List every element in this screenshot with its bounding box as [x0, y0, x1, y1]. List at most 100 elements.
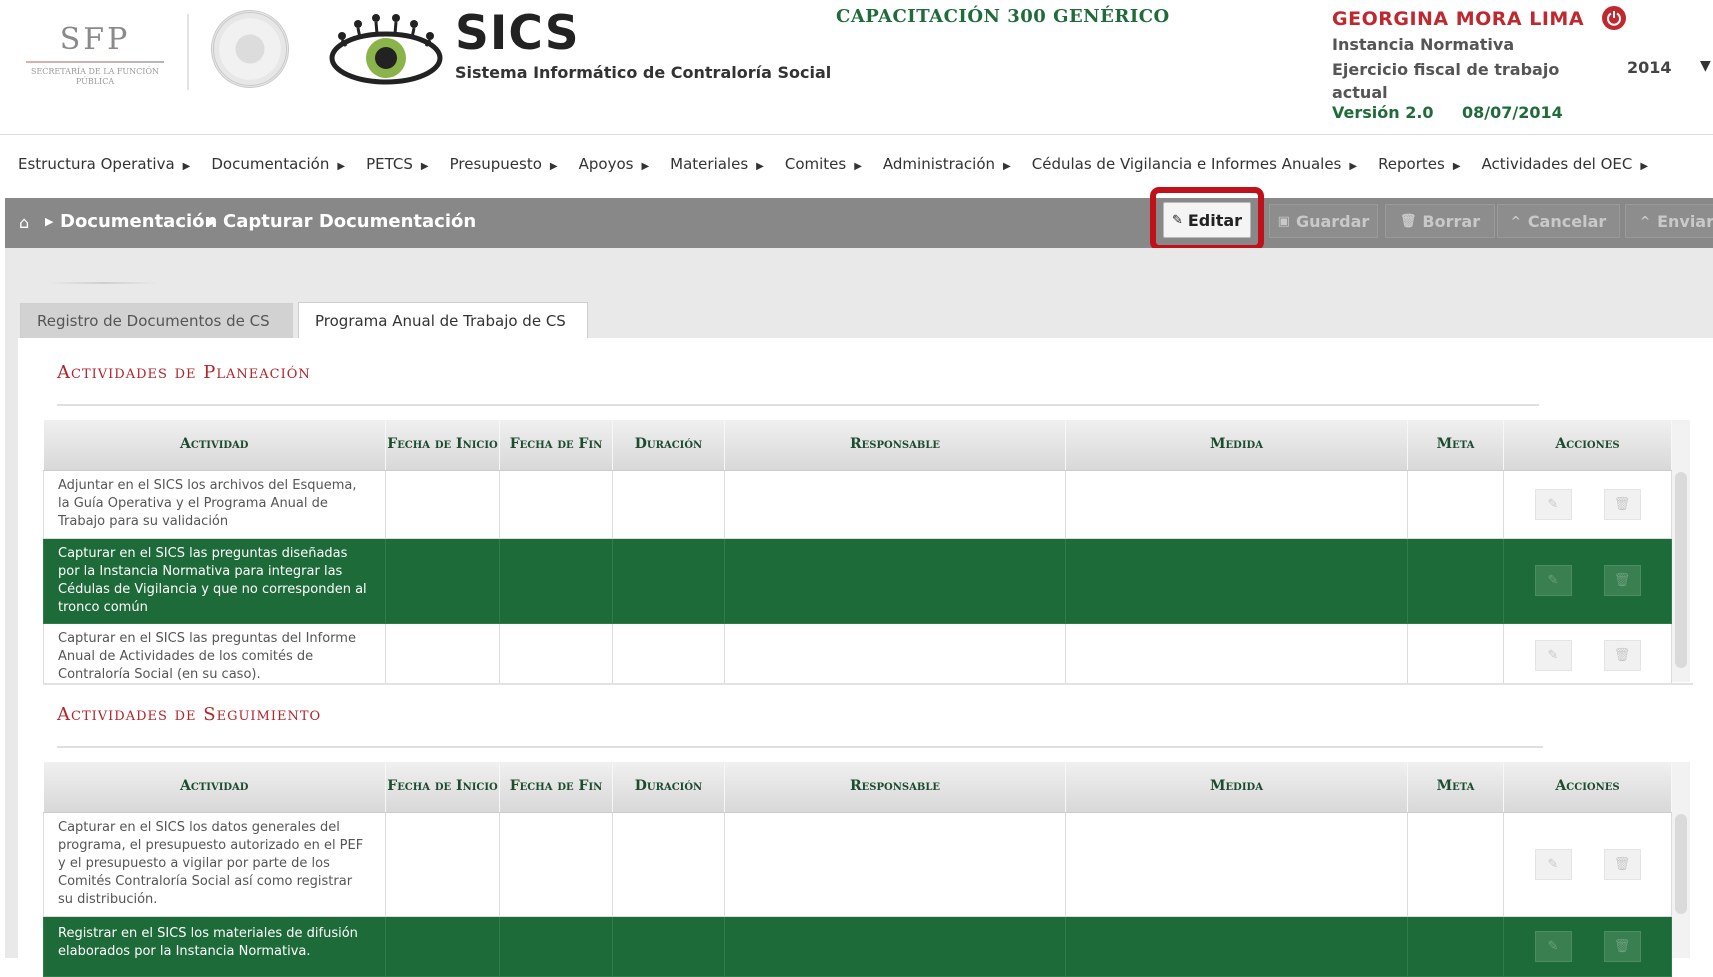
- menu-item-comites[interactable]: Comites ▶: [785, 155, 862, 173]
- planning-scrollbar[interactable]: [1672, 420, 1690, 682]
- col-medida[interactable]: Medida: [1065, 420, 1408, 471]
- breadcrumb-current: Capturar Documentación: [223, 211, 477, 232]
- menu-item-administracion[interactable]: Administración ▶: [883, 155, 1011, 173]
- menu-item-apoyos[interactable]: Apoyos ▶: [579, 155, 650, 173]
- table-row[interactable]: Adjuntar en el SICS los archivos del Esq…: [43, 470, 1672, 539]
- menu-item-presupuesto[interactable]: Presupuesto ▶: [450, 155, 558, 173]
- version-label: Versión 2.0: [1332, 103, 1434, 122]
- menu-item-cedulas[interactable]: Cédulas de Vigilancia e Informes Anuales…: [1032, 155, 1357, 173]
- activity-cell: Capturar en el SICS las preguntas del In…: [43, 623, 386, 688]
- scrollbar-thumb[interactable]: [1675, 472, 1687, 668]
- sfp-logo-text: SFP: [59, 22, 131, 57]
- cell: [499, 623, 613, 688]
- menu-item-reportes[interactable]: Reportes ▶: [1378, 155, 1460, 173]
- fiscal-year-select[interactable]: 2014: [1627, 58, 1672, 77]
- cell: [612, 470, 725, 539]
- cell: [1065, 916, 1408, 977]
- followup-scrollbar[interactable]: [1672, 762, 1690, 958]
- trash-icon: 🗑: [1399, 213, 1417, 229]
- breadcrumb-documentacion[interactable]: Documentación: [60, 211, 217, 232]
- menu-label: Administración: [882, 155, 996, 173]
- col-actividad[interactable]: Actividad: [43, 420, 386, 471]
- edit-row-icon[interactable]: ✎: [1534, 930, 1572, 962]
- menu-item-materiales[interactable]: Materiales ▶: [670, 155, 764, 173]
- cell: [1065, 812, 1408, 917]
- cell: [1407, 470, 1504, 539]
- cell: [385, 470, 500, 539]
- table-row-selected[interactable]: Registrar en el SICS los materiales de d…: [43, 916, 1672, 977]
- cell: [724, 538, 1066, 624]
- edit-button[interactable]: ✎ Editar: [1163, 202, 1251, 238]
- home-icon[interactable]: ⌂: [19, 213, 29, 232]
- menu-label: Cédulas de Vigilancia e Informes Anuales: [1031, 155, 1342, 173]
- power-icon[interactable]: [1602, 6, 1626, 30]
- col-medida[interactable]: Medida: [1065, 762, 1408, 813]
- cell: [499, 916, 613, 977]
- edit-row-icon[interactable]: ✎: [1534, 848, 1572, 880]
- delete-row-icon[interactable]: 🗑: [1603, 930, 1641, 962]
- cell: [1065, 470, 1408, 539]
- menu-label: Presupuesto: [449, 155, 542, 173]
- delete-row-icon[interactable]: 🗑: [1603, 639, 1641, 671]
- edit-row-icon[interactable]: ✎: [1534, 639, 1572, 671]
- table-row-selected[interactable]: Capturar en el SICS las preguntas diseña…: [43, 538, 1672, 624]
- caret-right-icon: ▶: [641, 161, 650, 172]
- edit-row-icon[interactable]: ✎: [1534, 565, 1572, 596]
- program-title: CAPACITACIÓN 300 GENÉRICO: [836, 6, 1170, 27]
- col-responsable[interactable]: Responsable: [724, 420, 1066, 471]
- caret-right-icon: ▶: [1003, 161, 1011, 172]
- cell: [1065, 538, 1408, 624]
- table-row[interactable]: Capturar en el SICS las preguntas del In…: [43, 623, 1672, 688]
- delete-button[interactable]: 🗑 Borrar: [1385, 204, 1495, 238]
- col-fecha-inicio[interactable]: Fecha de Inicio: [385, 762, 500, 813]
- edit-row-icon[interactable]: ✎: [1534, 488, 1572, 520]
- col-duracion[interactable]: Duración: [612, 420, 725, 471]
- chevron-down-icon[interactable]: ▼: [1700, 58, 1711, 74]
- col-duracion[interactable]: Duración: [612, 762, 725, 813]
- send-button[interactable]: ^ Enviar: [1625, 204, 1713, 238]
- cell: [612, 623, 725, 688]
- col-meta[interactable]: Meta: [1407, 420, 1504, 471]
- sfp-logo-line: [26, 61, 164, 63]
- caret-right-icon: ▶: [182, 161, 191, 172]
- save-button[interactable]: ▣ Guardar: [1269, 204, 1378, 238]
- activity-cell: Registrar en el SICS los materiales de d…: [43, 916, 386, 977]
- cancel-label: Cancelar: [1527, 211, 1607, 231]
- cell: [499, 470, 613, 539]
- col-meta[interactable]: Meta: [1407, 762, 1504, 813]
- delete-row-icon[interactable]: 🗑: [1603, 848, 1641, 880]
- cell: [612, 812, 725, 917]
- col-actividad[interactable]: Actividad: [43, 762, 386, 813]
- tab-programa-anual[interactable]: Programa Anual de Trabajo de CS: [298, 302, 588, 338]
- tab-registro-documentos[interactable]: Registro de Documentos de CS: [20, 303, 293, 338]
- menu-item-petcs[interactable]: PETCS ▶: [366, 155, 429, 173]
- menu-item-documentacion[interactable]: Documentación ▶: [211, 155, 345, 173]
- menu-item-actividades-oec[interactable]: Actividades del OEC ▶: [1482, 155, 1649, 173]
- menu-item-estructura-operativa[interactable]: Estructura Operativa ▶: [18, 155, 190, 173]
- table-row[interactable]: Capturar en el SICS los datos generales …: [43, 812, 1672, 917]
- delete-row-icon[interactable]: 🗑: [1603, 565, 1641, 596]
- actions-cell: ✎ 🗑: [1503, 538, 1672, 624]
- cell: [724, 812, 1066, 917]
- caret-right-icon: ▶: [208, 215, 217, 228]
- delete-row-icon[interactable]: 🗑: [1603, 488, 1641, 520]
- cell: [499, 538, 613, 624]
- actions-cell: ✎ 🗑: [1503, 916, 1672, 977]
- actions-cell: ✎ 🗑: [1503, 623, 1672, 688]
- caret-right-icon: ▶: [756, 161, 764, 172]
- col-fecha-fin[interactable]: Fecha de Fin: [499, 762, 613, 813]
- col-fecha-inicio[interactable]: Fecha de Inicio: [385, 420, 500, 471]
- col-responsable[interactable]: Responsable: [724, 762, 1066, 813]
- caret-right-icon: ▶: [1452, 161, 1461, 172]
- table-header-row: Actividad Fecha de Inicio Fecha de Fin D…: [43, 420, 1672, 471]
- scrollbar-thumb[interactable]: [1675, 814, 1687, 914]
- cell: [1407, 916, 1504, 977]
- header-divider: [0, 134, 1713, 135]
- col-fecha-fin[interactable]: Fecha de Fin: [499, 420, 613, 471]
- cancel-button[interactable]: ^ Cancelar: [1497, 204, 1620, 238]
- send-label: Enviar: [1657, 211, 1713, 231]
- caret-right-icon: ▶: [420, 161, 429, 172]
- activity-cell: Capturar en el SICS los datos generales …: [43, 812, 386, 917]
- cell: [385, 623, 500, 688]
- logo-divider: [187, 14, 189, 90]
